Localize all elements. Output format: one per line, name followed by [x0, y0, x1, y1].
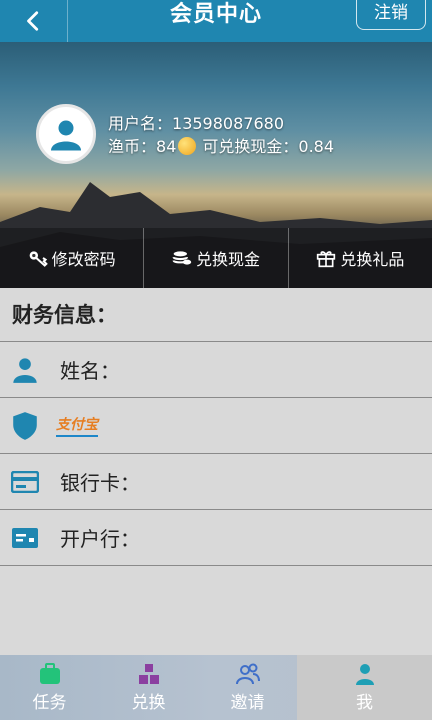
tab-exchange-label: 兑换 — [131, 693, 166, 713]
app-header: 会员中心 注销 — [0, 0, 432, 42]
tab-invite-label: 邀请 — [230, 693, 265, 713]
bank-card-label: 银行卡： — [60, 471, 140, 495]
cash-label: 可兑换现金： — [202, 137, 299, 156]
card-icon — [12, 527, 38, 548]
person-icon — [13, 357, 37, 383]
bank-card-row[interactable]: 银行卡： — [0, 454, 432, 510]
people-icon — [235, 663, 260, 685]
change-password-button[interactable]: 修改密码 — [0, 228, 145, 288]
alipay-row[interactable]: 支付宝 — [0, 398, 432, 454]
cash-value: 0.84 — [298, 137, 335, 156]
username-line: 用户名：13598087680 — [108, 112, 334, 135]
card-icon — [11, 470, 39, 493]
coin-icon — [178, 137, 197, 155]
finance-section-title: 财务信息： — [0, 288, 432, 342]
coin-line: 渔币：84 可兑换现金：0.84 — [108, 135, 334, 158]
briefcase-icon — [39, 663, 60, 684]
alipay-logo: 支付宝 — [56, 414, 98, 437]
bottom-tab-bar: 任务 兑换 邀请 我 — [0, 655, 432, 720]
username-value: 13598087680 — [172, 114, 284, 133]
bank-branch-row[interactable]: 开户行： — [0, 510, 432, 566]
exchange-cash-button[interactable]: 兑换现金 — [144, 228, 289, 288]
gift-icon — [317, 251, 336, 268]
exchange-gift-button[interactable]: 兑换礼品 — [289, 228, 432, 288]
tab-exchange[interactable]: 兑换 — [99, 655, 198, 720]
name-label: 姓名： — [60, 359, 120, 383]
bank-branch-label: 开户行： — [60, 527, 140, 551]
tab-task[interactable]: 任务 — [0, 655, 99, 720]
name-row[interactable]: 姓名： — [0, 342, 432, 398]
exchange-cash-label: 兑换现金 — [195, 250, 260, 269]
user-info: 用户名：13598087680 渔币：84 可兑换现金：0.84 — [108, 112, 334, 158]
coins-icon — [172, 251, 192, 265]
username-label: 用户名： — [108, 114, 173, 133]
logout-button[interactable]: 注销 — [356, 0, 426, 30]
user-avatar-icon — [51, 120, 81, 151]
tab-invite[interactable]: 邀请 — [198, 655, 297, 720]
tab-me-label: 我 — [356, 693, 373, 713]
key-icon — [29, 251, 48, 267]
action-bar: 修改密码 兑换现金 兑换礼品 — [0, 228, 432, 288]
exchange-gift-label: 兑换礼品 — [340, 250, 405, 269]
change-password-label: 修改密码 — [51, 250, 116, 269]
coin-value: 84 — [156, 137, 177, 156]
coin-label: 渔币： — [108, 137, 157, 156]
avatar[interactable] — [36, 104, 96, 164]
shield-icon — [13, 411, 37, 440]
profile-banner: 用户名：13598087680 渔币：84 可兑换现金：0.84 修改密码 兑换现… — [0, 42, 432, 288]
user-icon — [355, 664, 374, 685]
tab-task-label: 任务 — [32, 693, 67, 713]
blocks-icon — [138, 664, 159, 684]
tab-me[interactable]: 我 — [297, 655, 432, 720]
